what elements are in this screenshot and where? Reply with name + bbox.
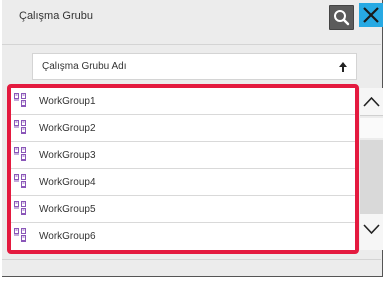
scrollbar-track-lower[interactable] xyxy=(360,140,383,214)
list-item-label: WorkGroup3 xyxy=(39,150,96,161)
page-title: Çalışma Grubu xyxy=(19,10,93,22)
scroll-up-button[interactable] xyxy=(360,88,383,116)
list-item[interactable]: WorkGroup5 xyxy=(11,196,355,223)
list-item[interactable]: WorkGroup2 xyxy=(11,115,355,142)
workgroup-list: WorkGroup1 WorkGroup2 WorkGroup3 WorkGro… xyxy=(7,84,359,254)
list-item[interactable]: WorkGroup1 xyxy=(11,88,355,115)
workgroup-icon xyxy=(14,120,26,134)
header-divider xyxy=(2,44,381,45)
list-item[interactable]: WorkGroup6 xyxy=(11,223,355,250)
sort-by-name-button[interactable]: Çalışma Grubu Adı xyxy=(32,53,357,80)
workgroup-panel: Çalışma Grubu Çalışma Grubu Adı WorkGrou… xyxy=(2,0,383,277)
search-button[interactable] xyxy=(329,5,354,30)
chevron-down-icon xyxy=(363,224,380,235)
sort-label: Çalışma Grubu Adı xyxy=(42,61,127,72)
close-icon xyxy=(363,7,379,23)
close-button[interactable] xyxy=(359,3,383,27)
search-icon xyxy=(334,10,350,26)
workgroup-icon xyxy=(14,93,26,107)
workgroup-icon xyxy=(14,228,26,242)
list-item[interactable]: WorkGroup3 xyxy=(11,142,355,169)
workgroup-icon xyxy=(14,147,26,161)
list-item-label: WorkGroup5 xyxy=(39,204,96,215)
workgroup-icon xyxy=(14,201,26,215)
footer-divider xyxy=(2,259,381,260)
scrollbar-thumb[interactable] xyxy=(360,118,383,138)
list-item-label: WorkGroup6 xyxy=(39,231,96,242)
list-item-label: WorkGroup1 xyxy=(39,96,96,107)
chevron-up-icon xyxy=(363,96,380,107)
list-item-label: WorkGroup2 xyxy=(39,123,96,134)
arrow-up-icon xyxy=(339,62,347,72)
workgroup-icon xyxy=(14,174,26,188)
list-item[interactable]: WorkGroup4 xyxy=(11,169,355,196)
scroll-down-button[interactable] xyxy=(360,214,383,250)
list-item-label: WorkGroup4 xyxy=(39,177,96,188)
